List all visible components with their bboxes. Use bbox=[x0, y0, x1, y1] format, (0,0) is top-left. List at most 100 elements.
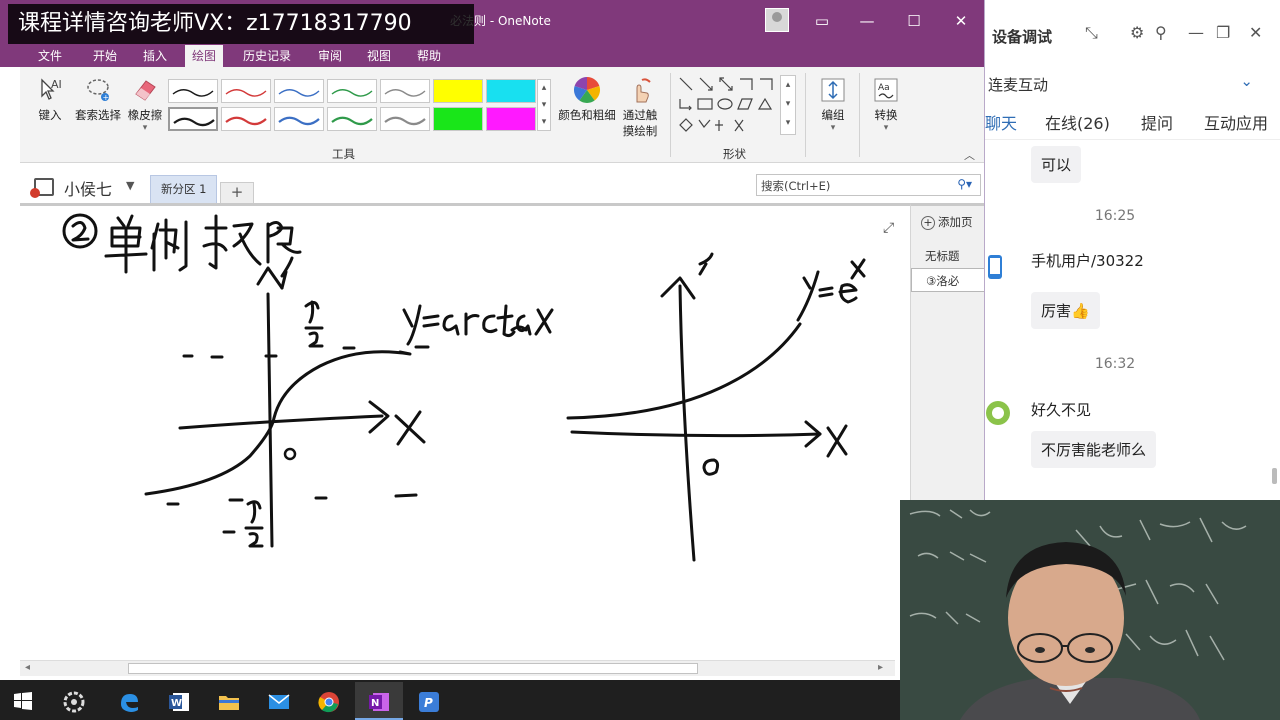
collapse-ribbon-icon[interactable]: ︿ bbox=[964, 147, 975, 163]
left-edge-strip bbox=[0, 67, 20, 680]
pen-black-thick[interactable] bbox=[168, 107, 218, 131]
highlighter-magenta[interactable] bbox=[486, 107, 536, 131]
plus-icon: + bbox=[921, 216, 935, 230]
search-icon[interactable]: ⚲▾ bbox=[957, 177, 972, 191]
chat-scrollbar[interactable] bbox=[1272, 468, 1277, 484]
chevron-down-icon[interactable]: ▼ bbox=[126, 179, 134, 192]
tab-online[interactable]: 在线(26) bbox=[1045, 110, 1110, 134]
eraser-button[interactable]: 橡皮擦 ▾ bbox=[124, 76, 166, 133]
chat-username: 好久不见 bbox=[1031, 401, 1092, 419]
page-item[interactable]: 无标题 bbox=[911, 244, 984, 268]
lasso-select-button[interactable]: + 套索选择 bbox=[70, 76, 126, 123]
group-arrows-icon bbox=[821, 78, 845, 102]
notebook-name[interactable]: 小侯七 bbox=[64, 176, 112, 200]
ribbon-separator bbox=[670, 73, 671, 157]
word-icon[interactable]: W bbox=[155, 682, 203, 720]
device-debug-title[interactable]: 设备调试 bbox=[992, 26, 1052, 47]
shapes-gallery[interactable]: ▴ ▾ ▾ bbox=[677, 75, 797, 141]
system-settings-icon[interactable] bbox=[50, 682, 98, 720]
notebook-icon[interactable] bbox=[30, 178, 54, 198]
minimize-icon[interactable]: — bbox=[1188, 23, 1204, 42]
close-icon[interactable]: ✕ bbox=[1249, 23, 1262, 42]
tab-questions[interactable]: 提问 bbox=[1141, 110, 1173, 134]
tab-history[interactable]: 历史记录 bbox=[236, 45, 298, 67]
close-button[interactable]: ✕ bbox=[944, 8, 978, 34]
taskbar: W N P bbox=[0, 680, 900, 720]
color-wheel-icon bbox=[573, 76, 601, 103]
highlighter-green[interactable] bbox=[433, 107, 483, 131]
windows-start-icon[interactable] bbox=[0, 682, 48, 720]
highlighter-cyan[interactable] bbox=[486, 79, 536, 103]
ribbon: AI 键入 + 套索选择 橡皮擦 ▾ ▴ ▾ ▾ 颜色和粗细 通过触 摸绘制 工… bbox=[20, 67, 984, 163]
shapes-gallery-scroll[interactable]: ▴ ▾ ▾ bbox=[780, 75, 796, 135]
interaction-section[interactable]: 连麦互动 ⌄ bbox=[985, 68, 1280, 100]
pen-green-thick[interactable] bbox=[327, 107, 377, 131]
chat-tabs: 聊天 在线(26) 提问 互动应用 bbox=[985, 104, 1280, 140]
maximize-button[interactable]: ☐ bbox=[897, 8, 931, 34]
tools-group-label: 工具 bbox=[332, 147, 355, 161]
pen-red-thick[interactable] bbox=[221, 107, 271, 131]
cursor-text-icon: AI bbox=[41, 78, 62, 100]
pin-icon[interactable]: ⚲ bbox=[1155, 23, 1167, 42]
svg-text:+: + bbox=[103, 93, 110, 102]
page-item-active[interactable]: ③洛必 bbox=[911, 268, 984, 292]
pen-blue-thin[interactable] bbox=[274, 79, 324, 103]
scroll-right-icon[interactable]: ▸ bbox=[878, 662, 883, 673]
touch-hand-icon bbox=[636, 78, 651, 103]
touch-draw-button[interactable]: 通过触 摸绘制 bbox=[618, 76, 662, 139]
chat-username: 手机用户/30322 bbox=[1031, 252, 1144, 270]
file-explorer-icon[interactable] bbox=[205, 682, 253, 720]
pen-blue-thick[interactable] bbox=[274, 107, 324, 131]
minimize-button[interactable]: — bbox=[850, 8, 884, 34]
tab-insert[interactable]: 插入 bbox=[136, 45, 174, 67]
onenote-taskbar-icon[interactable]: N bbox=[355, 682, 403, 720]
tab-home[interactable]: 开始 bbox=[86, 45, 124, 67]
scroll-left-icon[interactable]: ◂ bbox=[25, 662, 30, 673]
svg-text:W: W bbox=[171, 698, 182, 709]
highlighter-yellow[interactable] bbox=[433, 79, 483, 103]
tab-file[interactable]: 文件 bbox=[31, 45, 69, 67]
tab-chat[interactable]: 聊天 bbox=[985, 110, 1017, 134]
shrink-icon[interactable]: ⤡ bbox=[1085, 23, 1098, 43]
tab-view[interactable]: 视图 bbox=[360, 45, 398, 67]
color-thickness-button[interactable]: 颜色和粗细 bbox=[553, 76, 621, 123]
chat-bubble: 可以 bbox=[1031, 146, 1082, 183]
add-section-button[interactable]: + bbox=[220, 182, 254, 203]
search-placeholder: 搜索(Ctrl+E) bbox=[761, 179, 831, 193]
svg-text:P: P bbox=[424, 696, 433, 710]
tab-help[interactable]: 帮助 bbox=[410, 45, 448, 67]
edge-browser-icon[interactable] bbox=[105, 682, 153, 720]
gear-icon[interactable]: ⚙ bbox=[1130, 23, 1144, 42]
tab-review[interactable]: 审阅 bbox=[311, 45, 349, 67]
pen-black-thin[interactable] bbox=[168, 79, 218, 103]
note-canvas[interactable]: ⤢ bbox=[20, 203, 910, 660]
mail-icon[interactable] bbox=[255, 682, 303, 720]
group-button[interactable]: 编组 ▾ bbox=[814, 76, 852, 133]
chevron-down-icon[interactable]: ⌄ bbox=[1240, 72, 1253, 90]
horizontal-scrollbar[interactable]: ◂ ▸ bbox=[20, 660, 895, 676]
search-input[interactable]: 搜索(Ctrl+E) ⚲▾ bbox=[756, 174, 981, 196]
pen-red-thin[interactable] bbox=[221, 79, 271, 103]
ribbon-separator bbox=[805, 73, 806, 157]
svg-text:AI: AI bbox=[51, 78, 62, 91]
user-avatar[interactable] bbox=[765, 8, 789, 32]
pen-green-thin[interactable] bbox=[327, 79, 377, 103]
menu-bar: 文件 开始 插入 绘图 历史记录 审阅 视图 帮助 bbox=[0, 42, 984, 67]
add-page-button[interactable]: + 添加页 bbox=[921, 214, 973, 230]
shapes-icon-grid bbox=[679, 77, 773, 132]
tab-apps[interactable]: 互动应用 bbox=[1204, 110, 1268, 134]
chat-bubble: 厉害👍 bbox=[1031, 292, 1100, 329]
pen-gallery-scroll[interactable]: ▴ ▾ ▾ bbox=[537, 79, 551, 131]
restore-icon[interactable]: ❐ bbox=[1216, 23, 1230, 42]
live-class-panel: 设备调试 ⤡ ⚙ ⚲ — ❐ ✕ 连麦互动 ⌄ 聊天 在线(26) 提问 互动应… bbox=[985, 0, 1280, 500]
type-button[interactable]: AI 键入 bbox=[32, 76, 68, 123]
ribbon-display-button[interactable]: ▭ bbox=[805, 8, 839, 34]
pdf-app-icon[interactable]: P bbox=[405, 682, 453, 720]
pen-gray-thin[interactable] bbox=[380, 79, 430, 103]
section-tab[interactable]: 新分区 1 bbox=[150, 175, 218, 203]
convert-button[interactable]: Aa 转换 ▾ bbox=[867, 76, 905, 133]
tab-draw[interactable]: 绘图 bbox=[185, 45, 224, 67]
chrome-icon[interactable] bbox=[305, 682, 353, 720]
pen-gray-thick[interactable] bbox=[380, 107, 430, 131]
scroll-thumb[interactable] bbox=[128, 663, 698, 674]
